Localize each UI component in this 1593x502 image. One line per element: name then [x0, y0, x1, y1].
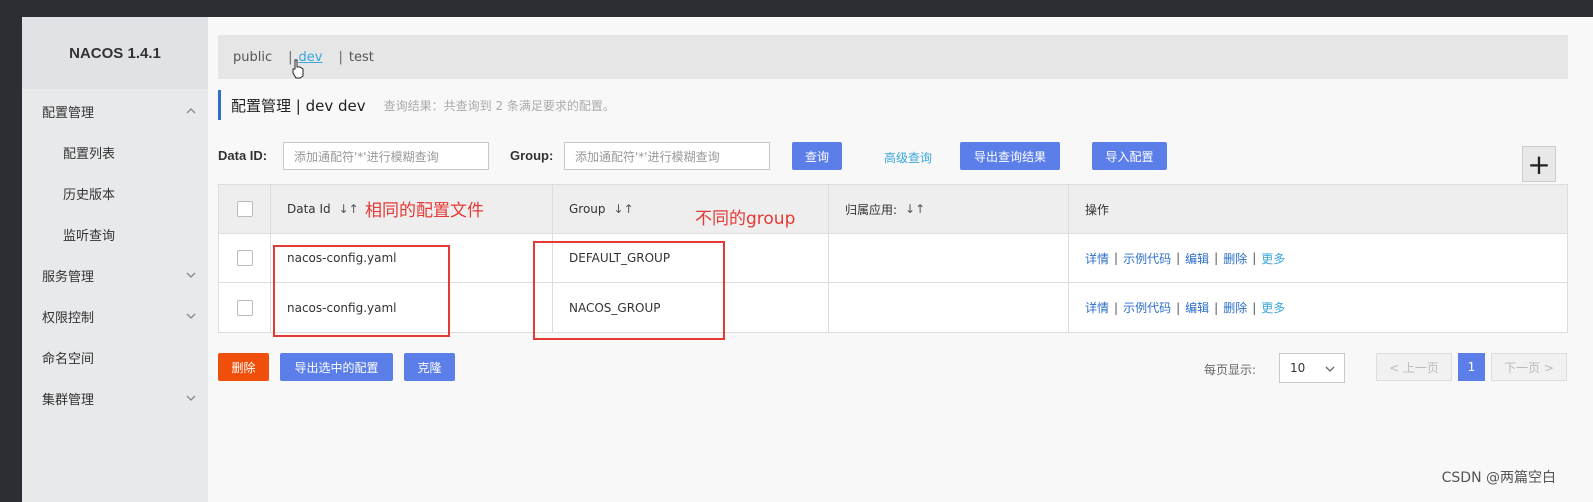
ops-separator: |	[1252, 300, 1257, 315]
column-label: 操作	[1085, 202, 1110, 217]
column-label: Data Id	[287, 202, 331, 216]
search-form: Data ID: 添加通配符'*'进行模糊查询 Group: 添加通配符'*'进…	[218, 142, 1588, 170]
data-id-label: Data ID:	[218, 148, 268, 163]
annotation-box-group	[533, 241, 725, 340]
annotation-box-data-id	[273, 245, 450, 337]
prev-page-button[interactable]: < 上一页	[1376, 353, 1452, 381]
row-checkbox[interactable]	[236, 299, 253, 316]
select-all-cell	[219, 185, 271, 233]
sidebar-item-listen-query[interactable]: 监听查询	[22, 214, 208, 255]
sample-code-link[interactable]: 示例代码	[1123, 299, 1171, 316]
ops-separator: |	[1176, 300, 1181, 315]
operations-cell: 详情 | 示例代码 | 编辑 | 删除 | 更多	[1069, 283, 1569, 332]
sample-code-link[interactable]: 示例代码	[1123, 250, 1171, 267]
column-label: 归属应用:	[845, 202, 898, 217]
ops-separator: |	[1114, 251, 1119, 265]
page-title-row: 配置管理 | dev dev 查询结果：共查询到 2 条满足要求的配置。	[218, 90, 615, 120]
namespace-public[interactable]: public	[233, 50, 272, 65]
sidebar-item-label: 权限控制	[42, 311, 95, 326]
export-results-button[interactable]: 导出查询结果	[960, 142, 1060, 170]
sort-icon[interactable]: ↓↑	[339, 202, 359, 216]
sidebar-item-access-control[interactable]: 权限控制	[22, 296, 208, 337]
sidebar-item-namespace[interactable]: 命名空间	[22, 337, 208, 378]
row-select-cell	[219, 283, 271, 332]
page-title: 配置管理 | dev dev	[231, 96, 366, 115]
row-checkbox[interactable]	[236, 250, 253, 266]
page-1-button[interactable]: 1	[1458, 353, 1485, 381]
app-cell	[829, 283, 1069, 332]
chevron-down-icon	[186, 313, 196, 319]
page-size-value: 10	[1290, 361, 1306, 375]
left-edge-strip	[0, 17, 22, 502]
import-config-button[interactable]: 导入配置	[1092, 142, 1167, 170]
sidebar-item-label: 命名空间	[42, 352, 95, 367]
sidebar-item-label: 配置列表	[63, 147, 116, 162]
sidebar-item-label: 集群管理	[42, 393, 95, 408]
query-button[interactable]: 查询	[792, 142, 842, 170]
delete-link[interactable]: 删除	[1223, 299, 1247, 316]
sidebar-item-label: 历史版本	[63, 188, 116, 203]
app-cell	[829, 234, 1069, 282]
top-bar	[0, 0, 1593, 17]
sidebar-item-history[interactable]: 历史版本	[22, 173, 208, 214]
column-header-app[interactable]: 归属应用: ↓↑	[829, 185, 1069, 233]
mouse-pointer-icon	[292, 59, 304, 79]
chevron-up-icon	[186, 108, 196, 114]
watermark: CSDN @两篇空白	[1441, 470, 1556, 486]
ops-separator: |	[1252, 251, 1257, 265]
sort-icon[interactable]: ↓↑	[614, 202, 634, 216]
sort-icon[interactable]: ↓↑	[905, 202, 925, 216]
namespace-bar: public | dev | test	[218, 35, 1568, 79]
namespace-separator: |	[338, 49, 343, 65]
sidebar-item-config-list[interactable]: 配置列表	[22, 132, 208, 173]
data-id-input[interactable]: 添加通配符'*'进行模糊查询	[283, 142, 489, 170]
detail-link[interactable]: 详情	[1085, 250, 1109, 267]
advanced-query-link[interactable]: 高级查询	[884, 149, 932, 166]
sidebar-item-label: 服务管理	[42, 270, 95, 285]
page-size-select[interactable]: 10	[1279, 353, 1345, 383]
more-link[interactable]: 更多	[1261, 299, 1285, 316]
delete-selected-button[interactable]: 删除	[218, 353, 269, 381]
chevron-down-icon	[186, 395, 196, 401]
operations-cell: 详情 | 示例代码 | 编辑 | 删除 | 更多	[1069, 234, 1569, 282]
ops-separator: |	[1214, 300, 1219, 315]
clone-button[interactable]: 克隆	[404, 353, 455, 381]
page-size-label: 每页显示:	[1204, 363, 1257, 377]
ops-separator: |	[1176, 251, 1181, 265]
ops-separator: |	[1214, 251, 1219, 265]
group-label: Group:	[510, 148, 554, 163]
sidebar-item-service-management[interactable]: 服务管理	[22, 255, 208, 296]
detail-link[interactable]: 详情	[1085, 299, 1109, 316]
column-label: Group	[569, 202, 606, 216]
row-select-cell	[219, 234, 271, 282]
more-link[interactable]: 更多	[1261, 250, 1285, 267]
export-selected-button[interactable]: 导出选中的配置	[280, 353, 393, 381]
app-logo: NACOS 1.4.1	[22, 17, 208, 89]
group-input[interactable]: 添加通配符'*'进行模糊查询	[564, 142, 770, 170]
sidebar-item-label: 监听查询	[63, 229, 116, 244]
ops-separator: |	[1114, 300, 1119, 315]
sidebar: NACOS 1.4.1 配置管理 配置列表 历史版本 监听查询 服务管理 权限控…	[22, 17, 208, 502]
delete-link[interactable]: 删除	[1223, 250, 1247, 267]
edit-link[interactable]: 编辑	[1185, 299, 1209, 316]
edit-link[interactable]: 编辑	[1185, 250, 1209, 267]
annotation-same-file: 相同的配置文件	[365, 201, 484, 221]
annotation-different-group: 不同的group	[695, 209, 796, 229]
table-footer: 删除 导出选中的配置 克隆 每页显示: 10 < 上一页 1 下一页 >	[218, 353, 1578, 383]
sidebar-item-label: 配置管理	[42, 106, 95, 121]
select-all-checkbox[interactable]	[236, 201, 253, 217]
next-page-button[interactable]: 下一页 >	[1491, 353, 1567, 381]
result-summary: 查询结果：共查询到 2 条满足要求的配置。	[383, 98, 615, 113]
sidebar-item-cluster-management[interactable]: 集群管理	[22, 378, 208, 419]
sidebar-item-config-management[interactable]: 配置管理	[22, 91, 208, 132]
chevron-down-icon	[186, 272, 196, 278]
add-config-button[interactable]: +	[1522, 146, 1556, 182]
chevron-down-icon	[1325, 366, 1335, 372]
namespace-test[interactable]: test	[349, 50, 374, 65]
column-header-operations: 操作	[1069, 185, 1569, 233]
